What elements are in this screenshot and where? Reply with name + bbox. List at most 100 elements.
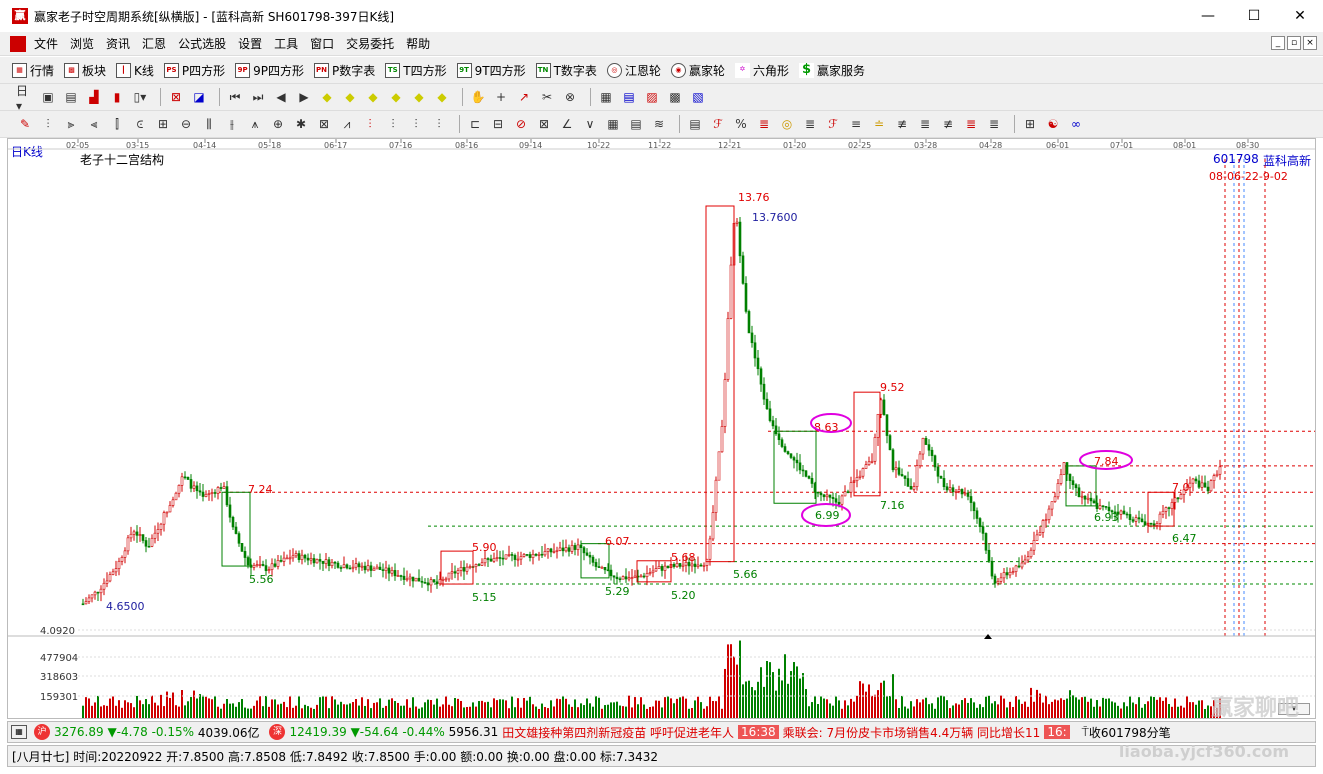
crosshair-icon[interactable]: +: [492, 88, 510, 106]
percent-icon[interactable]: %: [732, 115, 750, 133]
menu-browse[interactable]: 浏览: [64, 35, 100, 52]
news-item-2[interactable]: 乘联会: 7月份皮卡市场销售4.4万辆 同比增长11: [783, 724, 1041, 741]
tool38-icon[interactable]: ≢: [893, 115, 911, 133]
diamond1-icon[interactable]: ◆: [318, 88, 336, 106]
toolbar-9p-square-button[interactable]: 9P 9P四方形: [235, 62, 304, 79]
minimize-button[interactable]: —: [1185, 0, 1231, 32]
tool17-icon[interactable]: ⫶: [384, 115, 402, 133]
menu-trade[interactable]: 交易委托: [340, 35, 400, 52]
menu-file[interactable]: 文件: [28, 35, 64, 52]
tool29-icon[interactable]: ▤: [686, 115, 704, 133]
menu-formula[interactable]: 公式选股: [172, 35, 232, 52]
next-icon[interactable]: ▶: [295, 88, 313, 106]
tool4-icon[interactable]: ⫷: [85, 115, 103, 133]
candle-type-icon[interactable]: ▯▾: [131, 88, 149, 106]
save-icon[interactable]: ▨: [643, 88, 661, 106]
tool42-icon[interactable]: ≣: [985, 115, 1003, 133]
tool37-icon[interactable]: ≐: [870, 115, 888, 133]
tool11-icon[interactable]: ⩚: [246, 115, 264, 133]
tool18-icon[interactable]: ⫶: [407, 115, 425, 133]
tool30-icon[interactable]: ℱ: [709, 115, 727, 133]
toolbar-p-square-button[interactable]: PS P四方形: [163, 62, 225, 79]
indicator-icon[interactable]: ▟: [85, 88, 103, 106]
tool28-icon[interactable]: ≋: [650, 115, 668, 133]
tool5-icon[interactable]: ⫿: [108, 115, 126, 133]
hand-icon[interactable]: ✋: [469, 88, 487, 106]
tool10-icon[interactable]: ⫲: [223, 115, 241, 133]
ticker-menu-icon[interactable]: ▦: [11, 725, 27, 739]
tool16-icon[interactable]: ⫶: [361, 115, 379, 133]
menu-huien[interactable]: 汇恩: [136, 35, 172, 52]
tool22-icon[interactable]: ⊘: [512, 115, 530, 133]
menu-help[interactable]: 帮助: [400, 35, 436, 52]
toolbar-blocks-button[interactable]: ▩ 板块: [64, 62, 106, 79]
tool20-icon[interactable]: ⊏: [466, 115, 484, 133]
toolbar-kline-button[interactable]: ┃ K线: [116, 62, 154, 79]
toolbar-yj-wheel-button[interactable]: ◉ 赢家轮: [670, 62, 725, 79]
menu-settings[interactable]: 设置: [232, 35, 268, 52]
tool40-icon[interactable]: ≢: [939, 115, 957, 133]
mdi-restore-icon[interactable]: ▫: [1287, 36, 1301, 50]
close-button[interactable]: ✕: [1277, 0, 1323, 32]
menu-window[interactable]: 窗口: [304, 35, 340, 52]
app-menu-icon[interactable]: [10, 35, 26, 52]
diamond4-icon[interactable]: ◆: [387, 88, 405, 106]
news-item-1[interactable]: 田文雄接种第四剂新冠疫苗 呼吁促进老年人: [502, 724, 734, 741]
tool3-icon[interactable]: ⫸: [62, 115, 80, 133]
menu-tools[interactable]: 工具: [268, 35, 304, 52]
tool8-icon[interactable]: ⊖: [177, 115, 195, 133]
period-select-icon[interactable]: 日▾: [16, 84, 34, 113]
diamond6-icon[interactable]: ◆: [433, 88, 451, 106]
tool7-icon[interactable]: ⊞: [154, 115, 172, 133]
export-icon[interactable]: ▧: [689, 88, 707, 106]
tool23-icon[interactable]: ⊠: [535, 115, 553, 133]
tool36-icon[interactable]: ≡: [847, 115, 865, 133]
calc-icon[interactable]: ▤: [620, 88, 638, 106]
prev-icon[interactable]: ◀: [272, 88, 290, 106]
reset-icon[interactable]: ⊠: [167, 88, 185, 106]
tool19-icon[interactable]: ⫶: [430, 115, 448, 133]
table-icon[interactable]: ⊞: [1021, 115, 1039, 133]
tool27-icon[interactable]: ▤: [627, 115, 645, 133]
infinity-icon[interactable]: ∞: [1067, 115, 1085, 133]
tool9-icon[interactable]: ⫼: [200, 115, 218, 133]
toolbar-9t-square-button[interactable]: 9T 9T四方形: [456, 62, 526, 79]
tool6-icon[interactable]: ⪽: [131, 115, 149, 133]
tool41-icon[interactable]: ≣: [962, 115, 980, 133]
pen-icon[interactable]: ✎: [16, 115, 34, 133]
tool2-icon[interactable]: ⫶: [39, 115, 57, 133]
toolbar-gann-wheel-button[interactable]: ◎ 江恩轮: [606, 62, 661, 79]
calendar-icon[interactable]: ▦: [597, 88, 615, 106]
glasses-icon[interactable]: ⊗: [561, 88, 579, 106]
mdi-minimize-icon[interactable]: _: [1271, 36, 1285, 50]
toolbar-hexagon-button[interactable]: ✡ 六角形: [734, 62, 789, 79]
print-icon[interactable]: ▩: [666, 88, 684, 106]
tool35-icon[interactable]: ℱ: [824, 115, 842, 133]
tool12-icon[interactable]: ⊕: [269, 115, 287, 133]
menu-info[interactable]: 资讯: [100, 35, 136, 52]
tool26-icon[interactable]: ▦: [604, 115, 622, 133]
page-icon[interactable]: ▤: [62, 88, 80, 106]
yinyang-icon[interactable]: ☯: [1044, 115, 1062, 133]
tool32-icon[interactable]: ≣: [755, 115, 773, 133]
tool21-icon[interactable]: ⊟: [489, 115, 507, 133]
toolbar-t-square-button[interactable]: TS T四方形: [385, 62, 447, 79]
first-icon[interactable]: ⏮: [226, 88, 244, 106]
kline-chart[interactable]: 日K线 老子十二宫结构 601798 蓝科高新 08-06-22-9-02 02…: [7, 138, 1316, 719]
scroll-icon[interactable]: ▣: [39, 88, 57, 106]
line-draw-icon[interactable]: ↗: [515, 88, 533, 106]
bars-icon[interactable]: ▮: [108, 88, 126, 106]
toolbar-service-button[interactable]: $ 赢家服务: [798, 62, 865, 79]
toolbar-t-table-button[interactable]: TN T数字表: [535, 62, 597, 79]
mdi-close-icon[interactable]: ×: [1303, 36, 1317, 50]
toolbar-quotes-button[interactable]: ▦ 行情: [12, 62, 54, 79]
tool14-icon[interactable]: ⊠: [315, 115, 333, 133]
tool13-icon[interactable]: ✱: [292, 115, 310, 133]
tool24-icon[interactable]: ∠: [558, 115, 576, 133]
diamond2-icon[interactable]: ◆: [341, 88, 359, 106]
tool39-icon[interactable]: ≣: [916, 115, 934, 133]
tool34-icon[interactable]: ≣: [801, 115, 819, 133]
tick-note[interactable]: 收601798分笔: [1089, 724, 1171, 741]
diamond5-icon[interactable]: ◆: [410, 88, 428, 106]
tool25-icon[interactable]: ∨: [581, 115, 599, 133]
